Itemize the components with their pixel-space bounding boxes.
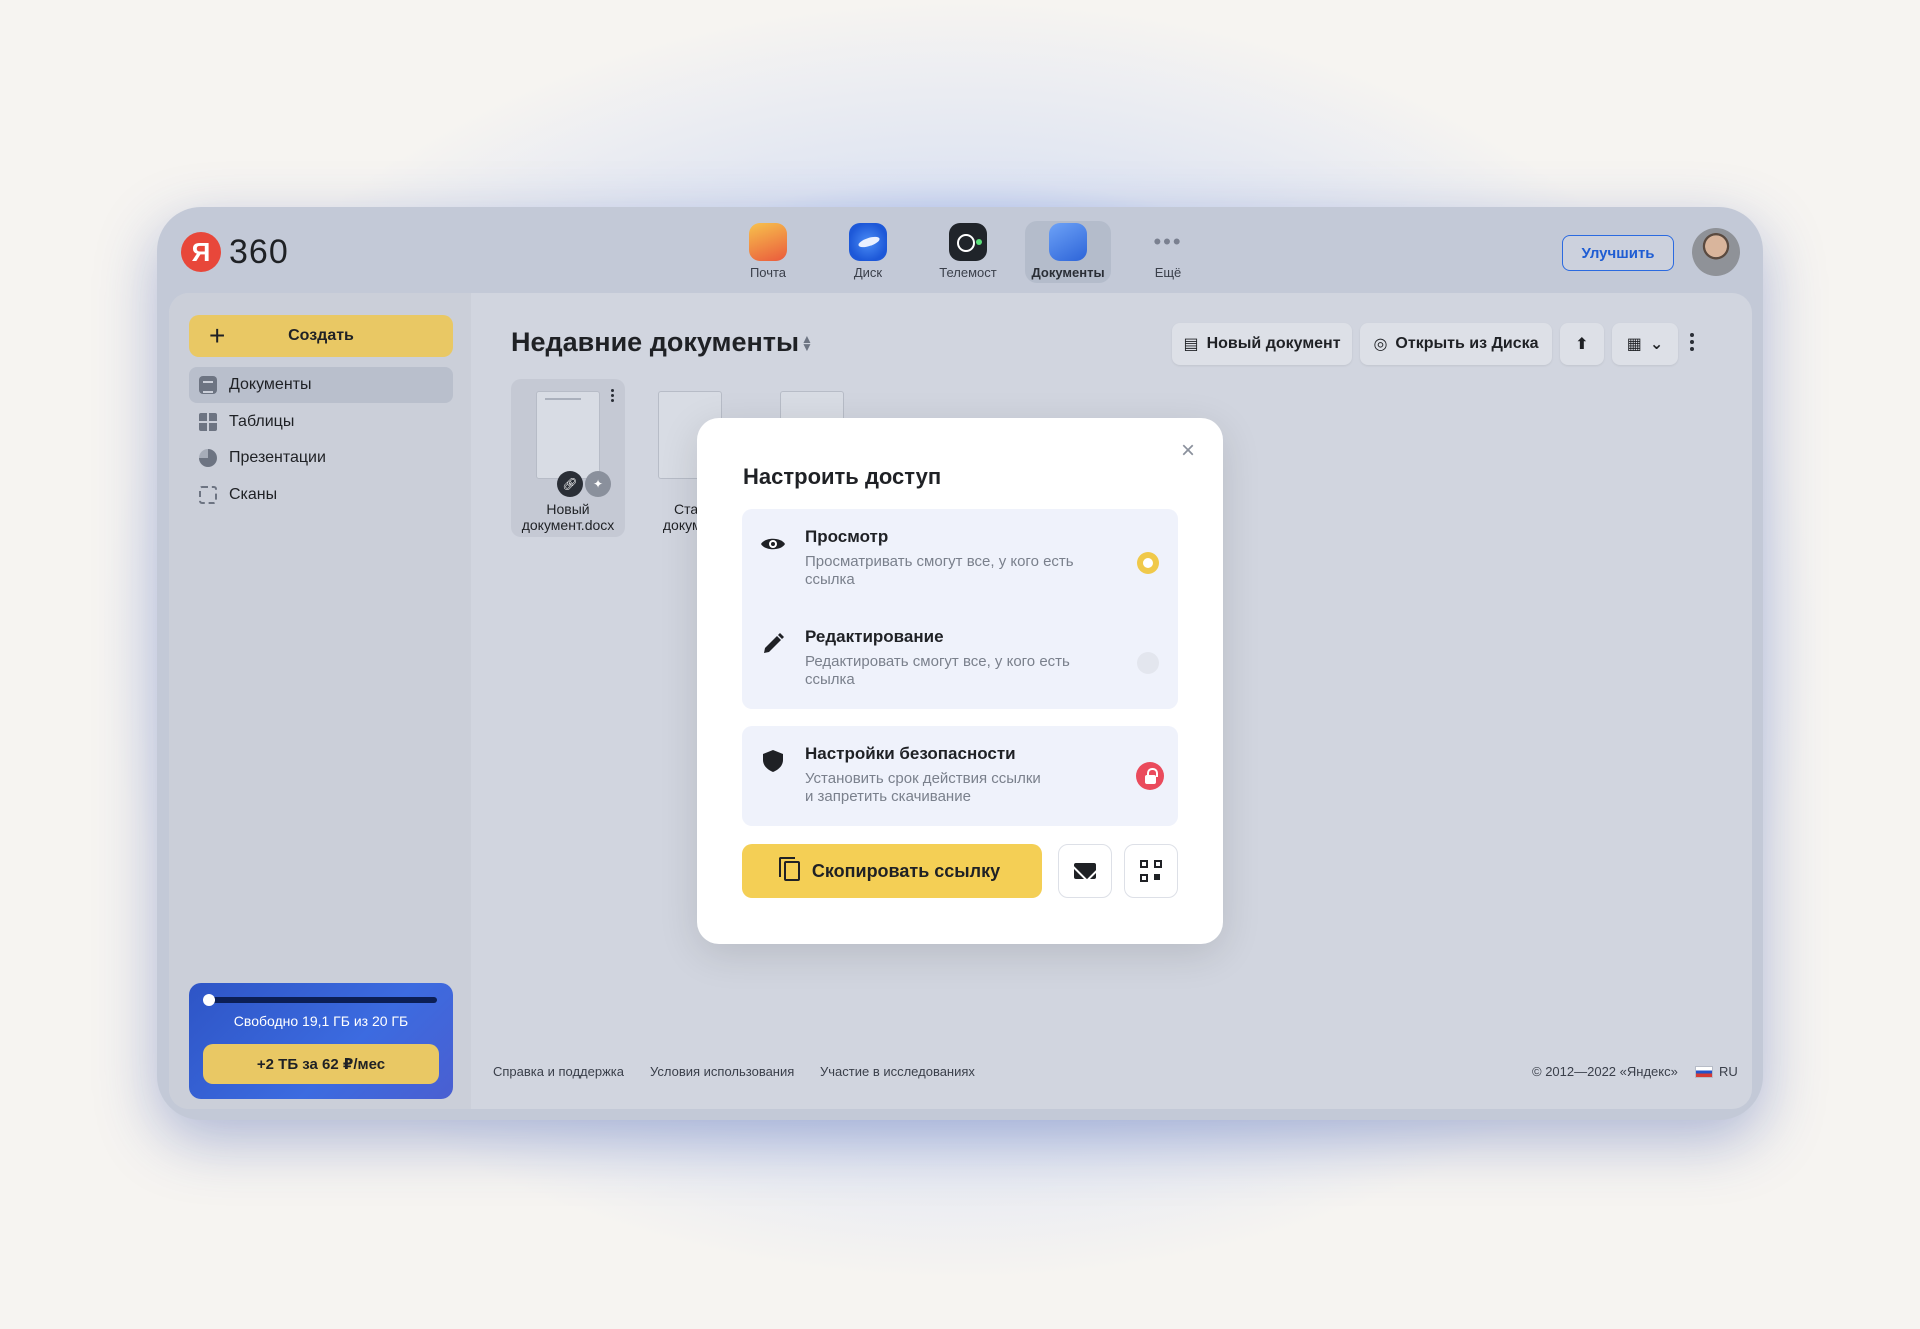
storage-progress-knob: [203, 994, 215, 1006]
radio-edit[interactable]: [1137, 652, 1159, 674]
upload-icon: ⬆: [1575, 336, 1589, 353]
option-edit[interactable]: Редактирование Редактировать смогут все,…: [742, 609, 1178, 709]
sidebar-item-label: Презентации: [229, 449, 326, 466]
sort-icon[interactable]: ▲ ▼: [801, 333, 813, 353]
sidebar-nav: Документы Таблицы Презентации Сканы: [189, 367, 453, 513]
eye-icon: [760, 531, 786, 557]
view-mode-button[interactable]: ▦ ⌄: [1612, 323, 1678, 365]
scan-icon: [199, 485, 217, 504]
close-icon[interactable]: ×: [1177, 439, 1199, 463]
sidebar: + Создать Документы Таблицы Презентации: [169, 293, 471, 1109]
file-thumbnail: [536, 391, 600, 479]
qr-code-button[interactable]: [1124, 844, 1178, 898]
more-icon: •••: [1153, 229, 1183, 254]
sidebar-item-presentations[interactable]: Презентации: [189, 440, 453, 476]
new-document-button[interactable]: ▤ Новый документ: [1172, 323, 1352, 365]
upload-button[interactable]: ⬆: [1560, 323, 1604, 365]
upgrade-button[interactable]: Улучшить: [1562, 235, 1674, 271]
mail-icon: [1074, 863, 1096, 879]
language-label: RU: [1719, 1064, 1738, 1079]
presentation-icon: [199, 449, 217, 467]
yandex-360-logo[interactable]: Я 360: [181, 232, 289, 272]
app-disk[interactable]: Диск: [825, 221, 911, 283]
open-from-disk-label: Открыть из Диска: [1395, 335, 1539, 352]
telemost-icon: [949, 223, 987, 261]
security-title: Настройки безопасности: [805, 744, 1016, 763]
app-label: Телемост: [939, 265, 997, 280]
footer-terms-link[interactable]: Условия использования: [650, 1064, 794, 1079]
radio-view[interactable]: [1137, 552, 1159, 574]
document-icon: [199, 376, 217, 394]
documents-icon: [1049, 223, 1087, 261]
flag-icon: [1695, 1065, 1713, 1078]
storage-progress-bar: [205, 997, 437, 1003]
storage-text: Свободно 19,1 ГБ из 20 ГБ: [233, 1013, 409, 1029]
sidebar-item-documents[interactable]: Документы: [189, 367, 453, 403]
app-mail[interactable]: Почта: [725, 221, 811, 283]
logo-mark: Я: [181, 232, 221, 272]
option-title: Просмотр: [805, 527, 889, 546]
app-label: Документы: [1031, 265, 1105, 280]
logo-text: 360: [229, 232, 289, 271]
document-icon: ▤: [1183, 336, 1199, 353]
sidebar-item-tables[interactable]: Таблицы: [189, 404, 453, 440]
copy-icon: [778, 857, 800, 881]
create-button[interactable]: + Создать: [189, 315, 453, 357]
file-card[interactable]: 🔗︎ ✦ Новый документ.docx: [511, 379, 625, 537]
sidebar-item-label: Сканы: [229, 485, 278, 503]
footer-research-link[interactable]: Участие в исследованиях: [820, 1064, 975, 1079]
pencil-icon: [760, 631, 786, 657]
shield-icon: [760, 748, 786, 774]
top-bar: Я 360 Почта Диск Телемост Документы •••: [157, 207, 1763, 293]
sidebar-item-label: Документы: [229, 376, 312, 393]
app-more[interactable]: ••• Ещё: [1125, 221, 1211, 283]
grid-icon: ▦: [1626, 336, 1642, 353]
create-label: Создать: [288, 327, 354, 344]
option-description: Просматривать смогут все, у кого есть сс…: [805, 553, 1074, 588]
option-description: Редактировать смогут все, у кого есть сс…: [805, 653, 1070, 688]
table-icon: [199, 412, 217, 431]
option-title: Редактирование: [805, 627, 944, 646]
link-icon: 🔗︎: [557, 471, 583, 497]
open-from-disk-button[interactable]: ◎ Открыть из Диска: [1360, 323, 1552, 365]
security-description: Установить срок действия ссылки и запрет…: [805, 770, 1041, 805]
app-telemost[interactable]: Телемост: [925, 221, 1011, 283]
app-documents[interactable]: Документы: [1025, 221, 1111, 283]
access-options: Просмотр Просматривать смогут все, у ког…: [742, 509, 1178, 709]
storage-card: Свободно 19,1 ГБ из 20 ГБ +2 ТБ за 62 ₽/…: [189, 983, 453, 1099]
security-settings[interactable]: Настройки безопасности Установить срок д…: [742, 726, 1178, 826]
file-menu-icon[interactable]: [611, 389, 614, 402]
more-options-icon[interactable]: [1689, 333, 1695, 351]
buy-storage-button[interactable]: +2 ТБ за 62 ₽/мес: [203, 1044, 439, 1084]
file-name: Новый документ.docx: [521, 501, 615, 533]
disk-icon: [849, 223, 887, 261]
copy-link-button[interactable]: Скопировать ссылку: [742, 844, 1042, 898]
footer-help-link[interactable]: Справка и поддержка: [493, 1064, 624, 1079]
send-email-button[interactable]: [1058, 844, 1112, 898]
lock-icon: [1136, 762, 1164, 790]
avatar[interactable]: [1692, 228, 1740, 276]
app-label: Почта: [749, 265, 787, 280]
disk-icon: ◎: [1373, 336, 1388, 353]
new-document-label: Новый документ: [1206, 335, 1341, 352]
option-view[interactable]: Просмотр Просматривать смогут все, у ког…: [742, 509, 1178, 609]
copyright: © 2012—2022 «Яндекс»: [1532, 1064, 1678, 1079]
qr-code-icon: [1140, 860, 1162, 882]
sidebar-item-scans[interactable]: Сканы: [189, 477, 453, 513]
chevron-down-icon: ⌄: [1649, 336, 1664, 353]
access-dialog: × Настроить доступ Просмотр Просматриват…: [697, 418, 1223, 944]
copy-link-label: Скопировать ссылку: [811, 860, 1001, 881]
page-title: Недавние документы: [511, 327, 800, 357]
app-label: Диск: [853, 265, 883, 280]
language-switcher[interactable]: RU: [1695, 1064, 1738, 1079]
services-switcher: Почта Диск Телемост Документы ••• Ещё: [725, 221, 1211, 283]
app-label: Ещё: [1154, 265, 1182, 280]
plus-icon: +: [209, 320, 226, 351]
sidebar-item-label: Таблицы: [229, 412, 295, 430]
mail-icon: [749, 223, 787, 261]
pin-icon[interactable]: ✦: [585, 471, 611, 497]
dialog-title: Настроить доступ: [743, 464, 942, 489]
